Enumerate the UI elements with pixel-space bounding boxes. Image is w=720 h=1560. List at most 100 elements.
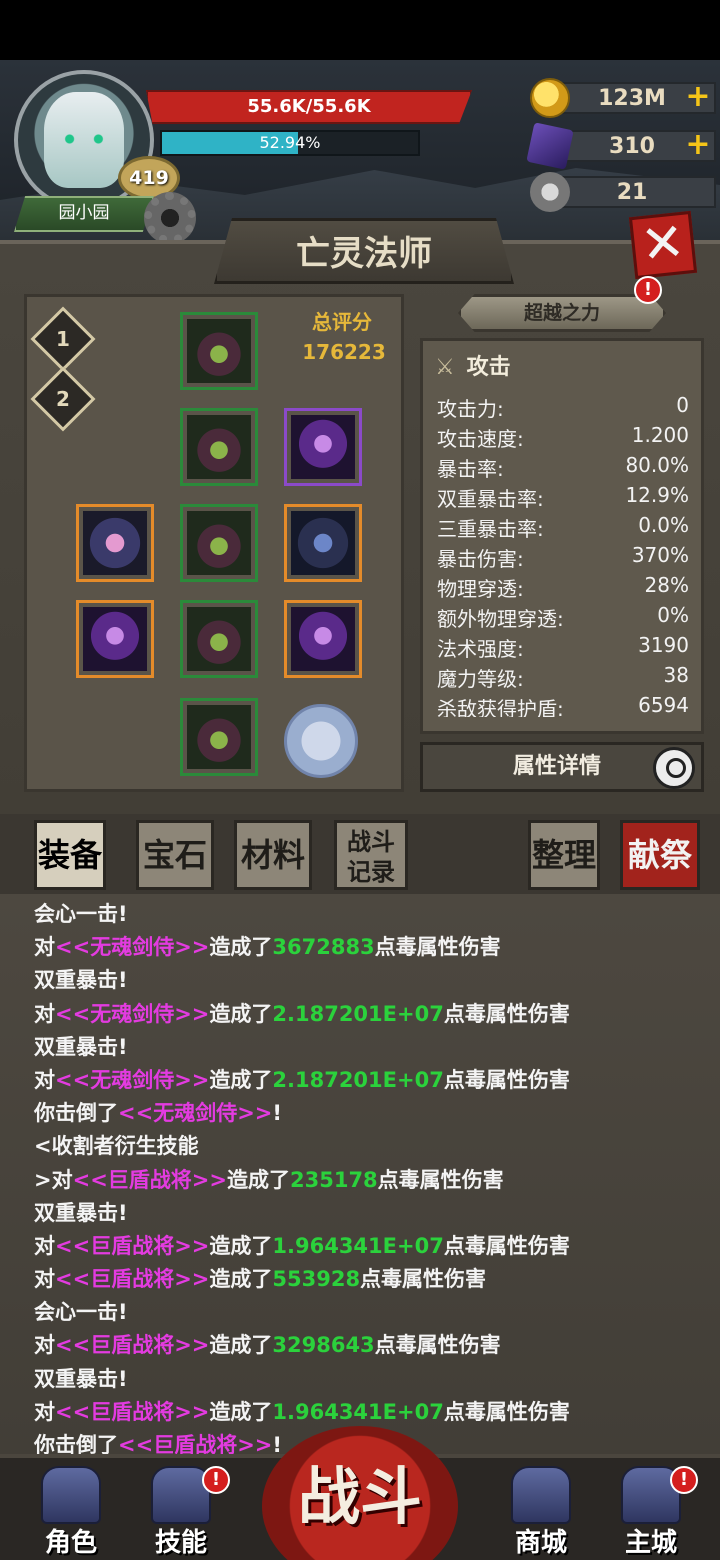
log-line: 对<<巨盾战将>>造成了1.964341E+07点毒属性伤害 [34,1396,720,1429]
log-line: 对<<巨盾战将>>造成了3298643点毒属性伤害 [34,1329,720,1362]
log-damage-value: 3672883 [272,935,375,960]
gold-value: 123M [598,86,666,111]
helmet-icon [187,319,251,383]
stat-row: 法术强度: 3190 [437,633,689,663]
ram-skull-icon [530,172,570,212]
status-bar [0,0,720,60]
sacrifice-button[interactable]: 献祭 [620,820,700,890]
log-text: 会心一击! [34,1300,128,1325]
attribute-details-button[interactable]: 属性详情 [420,742,704,792]
organize-button[interactable]: 整理 [528,820,600,890]
left-weapon-slot[interactable] [76,600,154,678]
log-line: 双重暴击! [34,964,720,997]
log-text: 点毒属性伤害 [360,1267,487,1292]
log-line: >对<<巨盾战将>>造成了235178点毒属性伤害 [34,1164,720,1197]
tab-equipment[interactable]: 装备 [34,820,106,890]
log-text: 双重暴击! [34,1200,128,1225]
log-enemy-name: <<巨盾战将>> [72,1167,227,1192]
tab-materials[interactable]: 材料 [234,820,312,890]
scythe-right-icon [291,607,355,671]
shield-slot[interactable] [76,504,154,582]
total-score-label: 总评分 [312,310,372,334]
sacrifice-label: 献祭 [627,836,692,874]
tab-equipment-label: 装备 [37,836,102,874]
claw-weapon-slot[interactable] [284,408,362,486]
right-weapon-slot[interactable] [284,600,362,678]
settings-gear-icon[interactable] [144,192,196,244]
inventory-tabs: 装备 宝石 材料 战斗 记录 整理 献祭 [0,814,720,894]
shield-icon [83,511,147,575]
log-text: 双重暴击! [34,1034,128,1059]
log-text: 点毒属性伤害 [443,1067,570,1092]
stat-row: 三重暴击率: 0.0% [437,513,689,543]
log-damage-value: 1.964341E+07 [272,1399,444,1424]
token-resource: 21 [530,172,716,212]
amulet-slot[interactable] [284,504,362,582]
log-text: 双重暴击! [34,1366,128,1391]
log-text: 点毒属性伤害 [443,1233,570,1258]
log-line: 对<<无魂剑侍>>造成了2.187201E+07点毒属性伤害 [34,998,720,1031]
battle-log[interactable]: 会心一击! 对<<无魂剑侍>>造成了3672883点毒属性伤害 双重暴击! 对<<无魂… [0,894,720,1454]
city-alert-badge: ! [670,1466,698,1494]
stat-value: 0.0% [638,513,689,537]
stat-value: 370% [631,543,689,567]
boots-slot[interactable] [180,698,258,776]
total-score-value: 176223 [302,340,386,364]
log-text: 对 [34,1067,55,1092]
crossed-swords-icon: ⚔ [435,355,455,380]
close-button[interactable]: ✕ [628,210,698,280]
leg-armor-slot[interactable] [180,600,258,678]
xp-bar: 52.94% [160,130,420,156]
tab-materials-label: 材料 [240,836,305,874]
nav-character-label: 角色 [44,1528,97,1558]
emblem-seal-icon[interactable] [284,704,358,778]
battle-button[interactable]: 战斗 [262,1426,458,1560]
avatar-eyes [60,134,108,144]
boots-icon [187,705,251,769]
tab-battle-log[interactable]: 战斗 记录 [334,820,408,890]
add-gold-button[interactable]: + [682,80,714,116]
shop-tent-icon [511,1466,571,1524]
log-text: 你击倒了 [34,1101,118,1126]
log-text: 造成了 [209,935,273,960]
stat-label: 额外物理穿透: [437,607,564,631]
log-text: 造成了 [209,1267,273,1292]
log-line: 双重暴击! [34,1197,720,1230]
stat-value: 3190 [638,633,689,657]
stat-label: 物理穿透: [437,577,524,601]
stat-label: 暴击率: [437,457,504,481]
log-text: >对 [34,1167,73,1192]
log-line: 对<<巨盾战将>>造成了553928点毒属性伤害 [34,1263,720,1296]
nav-character[interactable]: 角色 [26,1466,116,1560]
tab-gems-label: 宝石 [142,836,207,874]
helmet-slot[interactable] [180,312,258,390]
stat-label: 法术强度: [437,637,524,661]
stat-label: 魔力等级: [437,667,524,691]
log-text: 你击倒了 [34,1433,118,1454]
skills-alert-badge: ! [202,1466,230,1494]
xp-percent-text: 52.94% [259,133,321,152]
shoulder-armor-slot[interactable] [180,504,258,582]
nav-city-label: 主城 [624,1528,677,1558]
beyond-power-button[interactable]: 超越之力 [458,294,666,332]
stats-scroll-fade [423,717,701,731]
log-damage-value: 1.964341E+07 [272,1233,444,1258]
add-gems-button[interactable]: + [682,128,714,164]
stat-row: 暴击率: 80.0% [437,453,689,483]
nav-shop[interactable]: 商城 [496,1466,586,1560]
tab-gems[interactable]: 宝石 [136,820,214,890]
log-damage-value: 2.187201E+07 [272,1067,444,1092]
stats-section-header: ⚔ 攻击 [435,349,511,381]
log-line: 对<<巨盾战将>>造成了1.964341E+07点毒属性伤害 [34,1230,720,1263]
player-name-plate: 园小园 [14,196,154,232]
log-text: 双重暴击! [34,968,128,993]
stats-panel[interactable]: ⚔ 攻击 攻击力: 0 攻击速度: 1.200 暴击率: 80.0% 双重暴击率: 12.9%… [420,338,704,734]
stat-value: 0% [657,603,689,627]
chest-armor-slot[interactable] [180,408,258,486]
log-text: 造成了 [209,1333,273,1358]
log-damage-value: 2.187201E+07 [272,1001,444,1026]
log-text: ! [272,1101,282,1126]
nav-shop-label: 商城 [514,1528,567,1558]
nav-skills-label: 技能 [154,1528,207,1558]
shoulder-armor-icon [187,511,251,575]
